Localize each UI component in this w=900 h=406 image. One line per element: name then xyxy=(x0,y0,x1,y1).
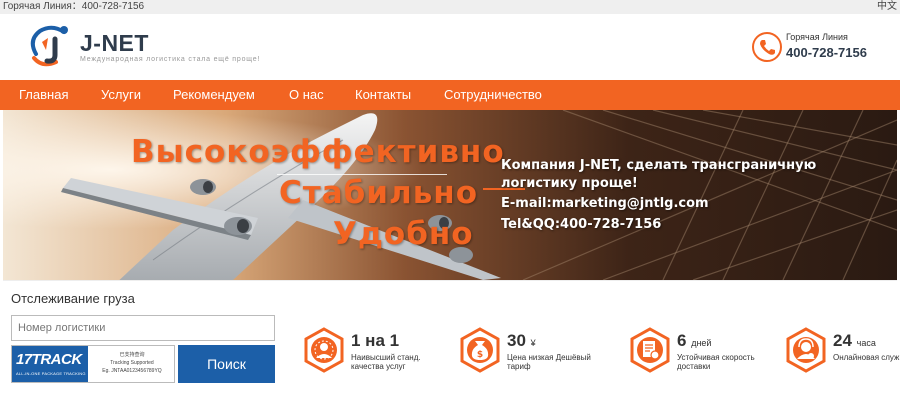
jnet-logo-icon[interactable] xyxy=(26,22,76,72)
feature-desc: Онлайновая служба xyxy=(833,353,900,362)
feature-main: 6 дней xyxy=(677,331,712,350)
phone-icon xyxy=(752,32,782,62)
tracking-title: Отслеживание груза xyxy=(11,291,135,306)
top-bar: Горячая Линия：400-728-7156 中文 xyxy=(0,0,900,14)
banner-word-convenient: Удобно xyxy=(333,216,474,252)
service-quality-icon xyxy=(304,327,344,373)
phone-label: Горячая Линия xyxy=(786,32,848,42)
money-bag-icon: $ xyxy=(460,327,500,373)
feature-main: 24 часа xyxy=(833,331,876,350)
site-header: J-NET Международная логистика стала ещё … xyxy=(0,14,900,80)
17track-badge[interactable]: 17TRACK ALL-IN-ONE PACKAGE TRACKING 已支持查… xyxy=(11,345,175,383)
feature-one-to-one: 1 на 1 Наивысший станд. качества услуг xyxy=(301,327,451,377)
feature-desc: Устойчивая скорость доставки xyxy=(677,353,755,371)
17track-supported-en: Tracking Supported xyxy=(110,360,154,366)
feature-speed: 6 дней Устойчивая скорость доставки xyxy=(627,327,777,377)
hero-banner[interactable]: Высокоэффективно Стабильно Удобно Компан… xyxy=(3,110,897,280)
nav-item-cooperation[interactable]: Сотрудничество xyxy=(444,80,542,110)
nav-item-services[interactable]: Услуги xyxy=(101,80,141,110)
nav-item-about[interactable]: О нас xyxy=(289,80,324,110)
bottom-section: Отслеживание груза 17TRACK ALL-IN-ONE PA… xyxy=(3,280,900,402)
tracking-number-input[interactable] xyxy=(11,315,275,341)
language-switch-link[interactable]: 中文 xyxy=(877,0,897,14)
nav-item-recommend[interactable]: Рекомендуем xyxy=(173,80,255,110)
banner-word-efficient: Высокоэффективно xyxy=(131,134,505,170)
support-agent-icon xyxy=(786,327,826,373)
brand-name[interactable]: J-NET xyxy=(80,30,149,57)
17track-supported-cn: 已支持查询 xyxy=(119,352,145,358)
main-nav: Главная Услуги Рекомендуем О нас Контакт… xyxy=(0,80,900,110)
delivery-document-icon xyxy=(630,327,670,373)
feature-main: 30 ¥ xyxy=(507,331,536,350)
feature-online: 24 часа Онлайновая служба xyxy=(783,327,900,377)
header-phone: Горячая Линия 400-728-7156 xyxy=(752,30,872,64)
17track-tagline: ALL-IN-ONE PACKAGE TRACKING xyxy=(16,371,86,376)
feature-desc: Наивысший станд. качества услуг xyxy=(351,353,421,371)
banner-text-email: E-mail:marketing@jntlg.com xyxy=(501,196,709,211)
17track-logo: 17TRACK xyxy=(16,351,82,368)
nav-item-contacts[interactable]: Контакты xyxy=(355,80,411,110)
brand-slogan: Международная логистика стала ещё проще! xyxy=(80,56,261,63)
feature-price: $ 30 ¥ Цена низкая Дешёвый тариф xyxy=(457,327,607,377)
banner-text-simpler: логистику проще! xyxy=(501,176,638,191)
svg-text:$: $ xyxy=(477,350,483,360)
search-button[interactable]: Поиск xyxy=(178,345,275,383)
feature-desc: Цена низкая Дешёвый тариф xyxy=(507,353,591,371)
banner-text-tel: Tel&QQ:400-728-7156 xyxy=(501,217,662,232)
banner-text-company: Компания J-NET, сделать трансграничную xyxy=(501,158,817,173)
phone-number: 400-728-7156 xyxy=(786,45,867,60)
feature-main: 1 на 1 xyxy=(351,331,400,350)
top-hotline: Горячая Линия：400-728-7156 xyxy=(3,1,145,12)
banner-word-stable: Стабильно xyxy=(279,175,479,211)
nav-item-home[interactable]: Главная xyxy=(19,80,68,110)
17track-example: Eg. JNTAA0123456789YQ xyxy=(102,368,162,374)
